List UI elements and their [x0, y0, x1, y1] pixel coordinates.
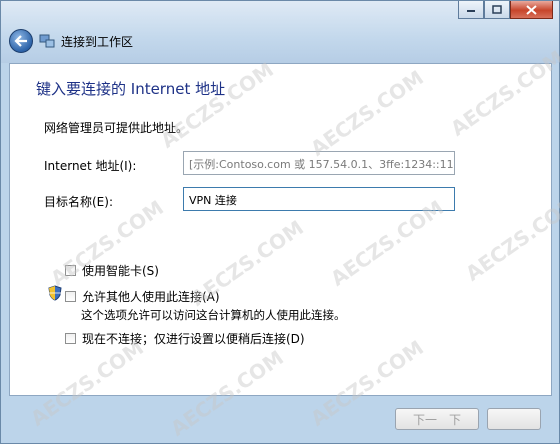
page-heading: 键入要连接的 Internet 地址 [36, 80, 226, 98]
dont-connect-checkbox[interactable] [65, 333, 76, 344]
allow-others-option[interactable]: 允许其他人使用此连接(A) [65, 288, 220, 305]
wizard-content: 键入要连接的 Internet 地址 网络管理员可提供此地址。 Internet… [9, 63, 552, 396]
maximize-icon [492, 5, 502, 14]
cancel-button[interactable] [487, 408, 541, 430]
network-icon [39, 34, 55, 48]
maximize-button[interactable] [484, 1, 510, 19]
destination-name-label: 目标名称(E): [44, 195, 113, 209]
minimize-icon [467, 9, 475, 12]
internet-address-input[interactable]: [示例:Contoso.com 或 157.54.0.1、3ffe:1234::… [183, 151, 455, 175]
allow-others-label: 允许其他人使用此连接(A) [82, 290, 220, 304]
page-description: 网络管理员可提供此地址。 [44, 121, 189, 135]
wizard-footer: 下一 下 [9, 396, 552, 440]
smart-card-checkbox[interactable] [65, 265, 76, 276]
minimize-button[interactable] [458, 1, 484, 19]
close-icon [526, 4, 537, 15]
smart-card-option[interactable]: 使用智能卡(S) [65, 262, 159, 279]
wizard-window: 连接到工作区 键入要连接的 Internet 地址 网络管理员可提供此地址。 I… [0, 0, 560, 444]
internet-address-label: Internet 地址(I): [44, 159, 137, 173]
caption-buttons [458, 1, 553, 19]
allow-others-note: 这个选项允许可以访问这台计算机的人使用此连接。 [81, 308, 346, 322]
wizard-nav: 连接到工作区 [9, 29, 133, 53]
uac-shield-icon [48, 285, 62, 301]
allow-others-checkbox[interactable] [65, 291, 76, 302]
close-button[interactable] [510, 1, 553, 19]
next-button[interactable]: 下一 下 [395, 408, 479, 430]
dont-connect-option[interactable]: 现在不连接；仅进行设置以便稍后连接(D) [65, 330, 305, 347]
dont-connect-label: 现在不连接；仅进行设置以便稍后连接(D) [82, 332, 305, 346]
smart-card-label: 使用智能卡(S) [82, 264, 159, 278]
destination-name-input[interactable]: VPN 连接 [183, 187, 455, 211]
back-arrow-icon [14, 35, 27, 47]
back-button[interactable] [9, 29, 33, 53]
title-bar: 连接到工作区 [1, 1, 559, 63]
window-title: 连接到工作区 [61, 34, 134, 49]
